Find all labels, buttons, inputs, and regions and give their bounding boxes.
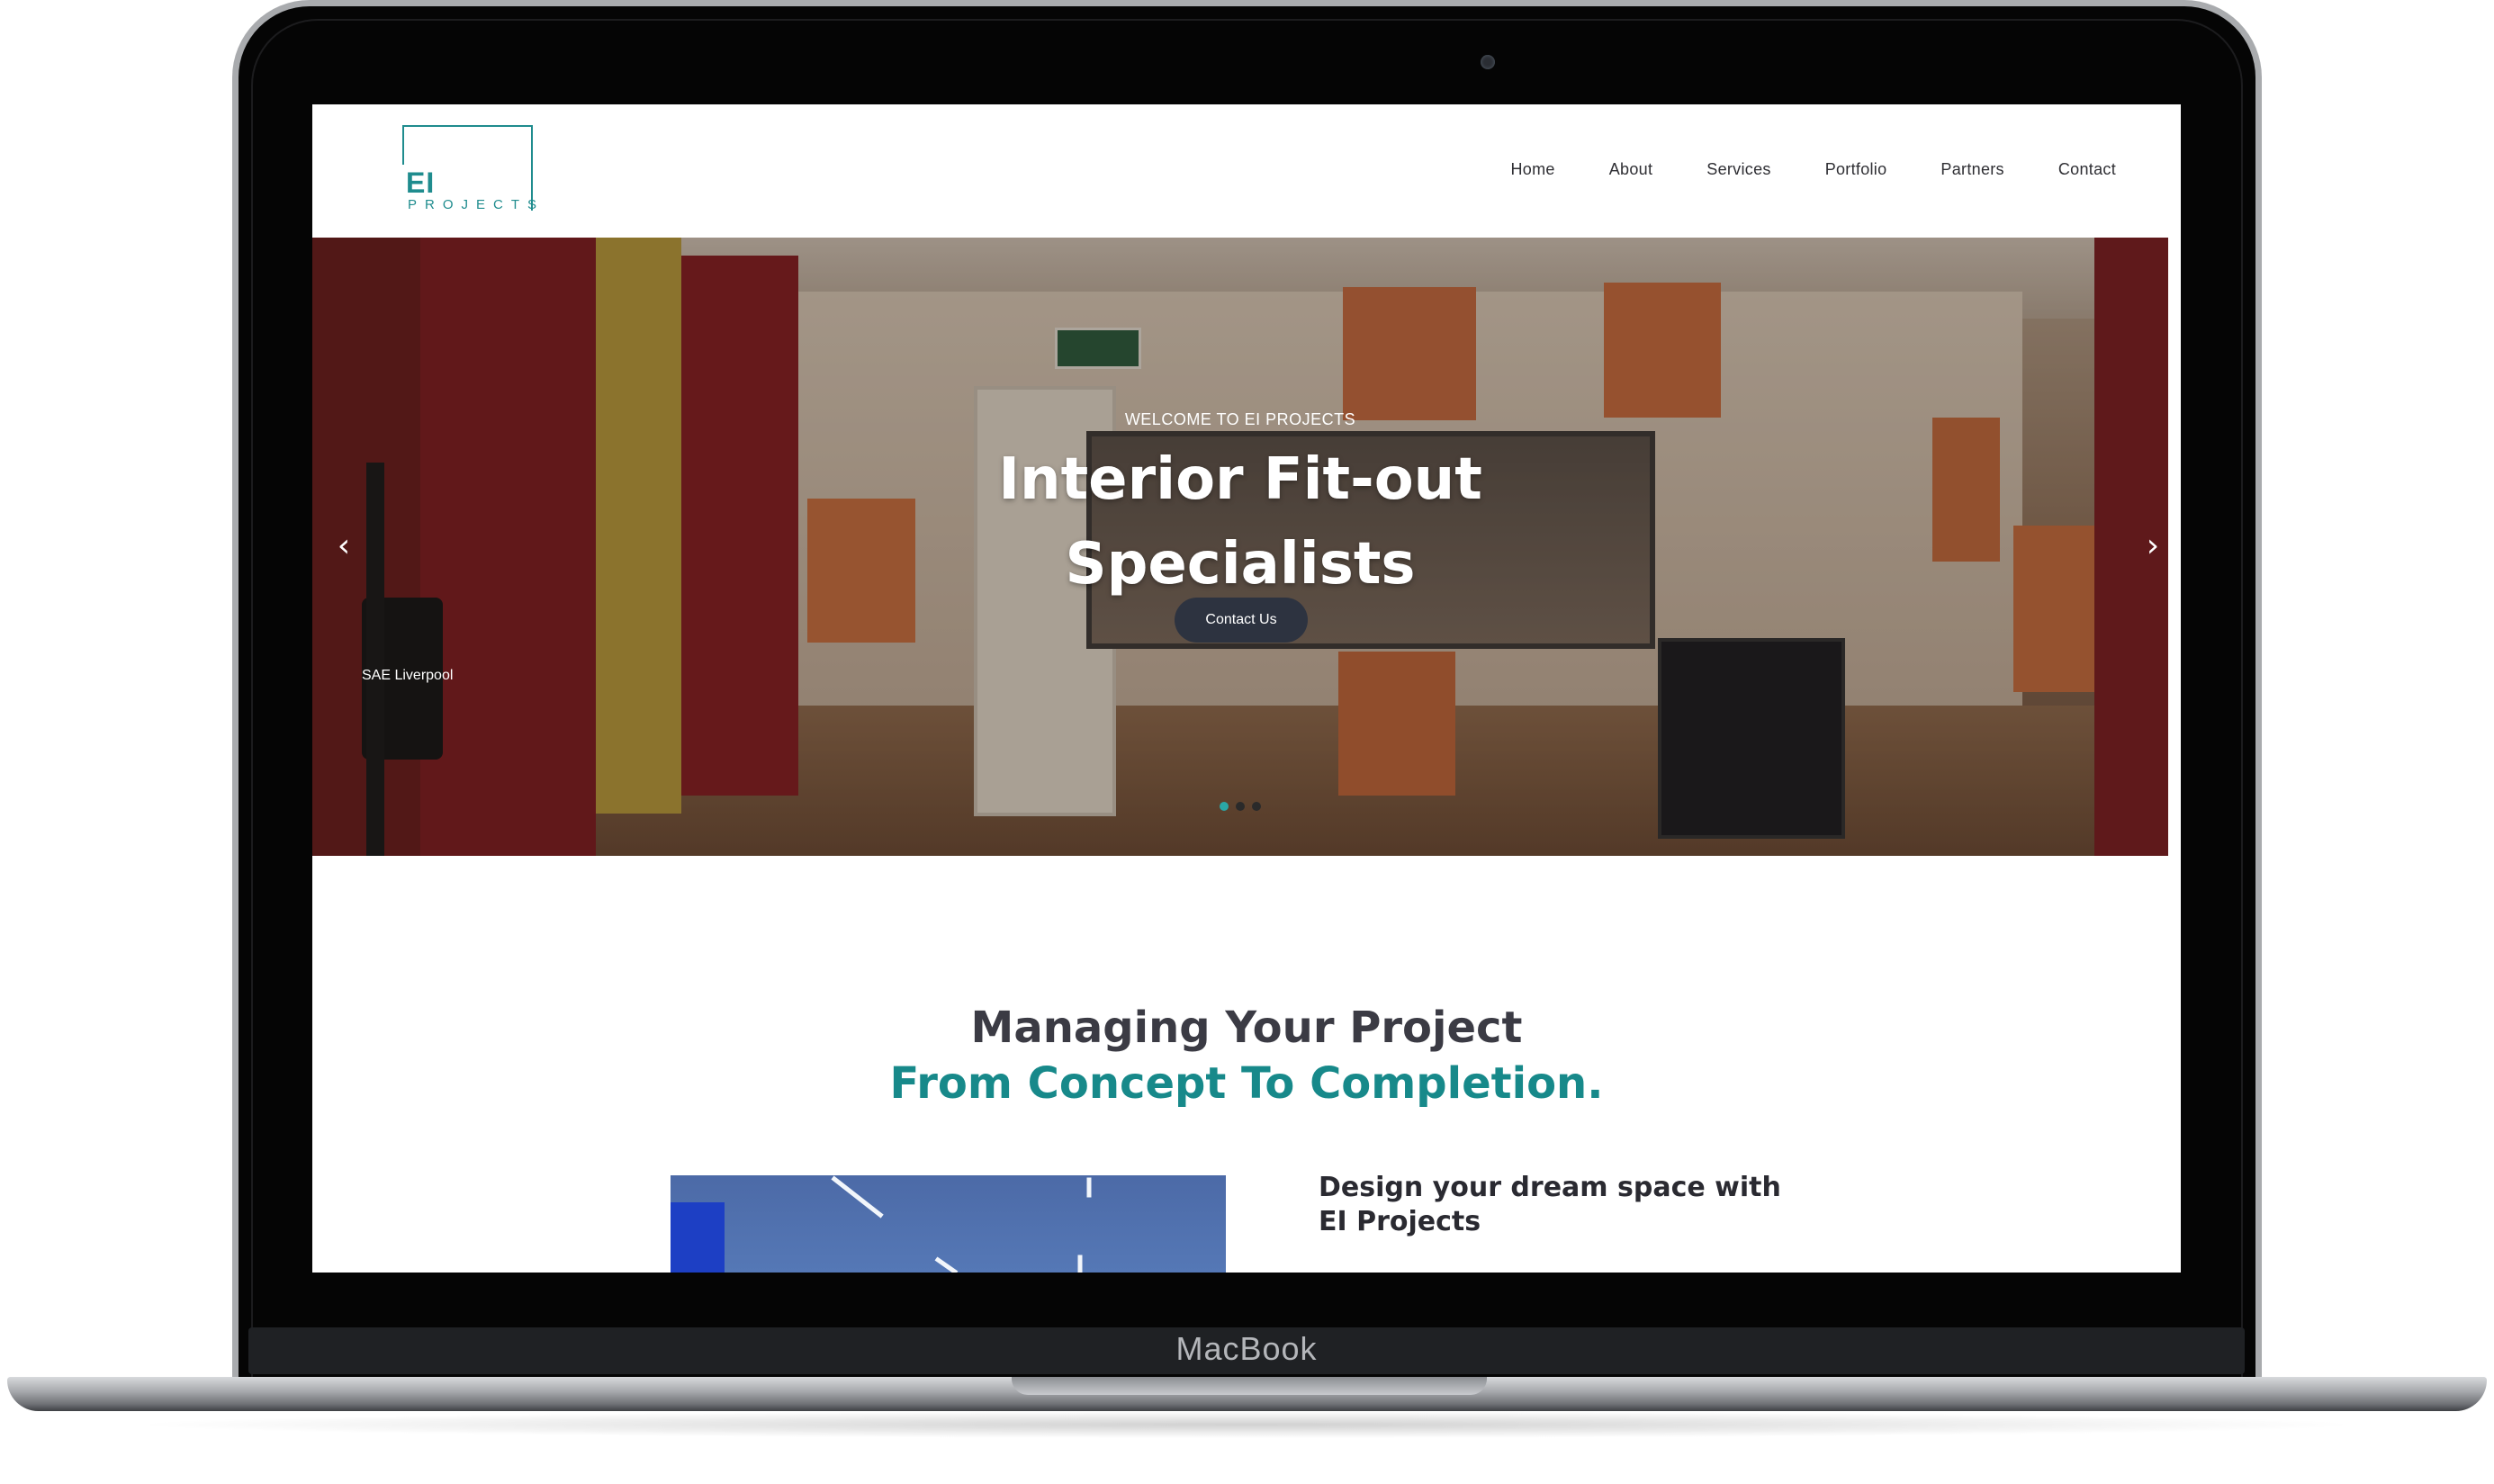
- nav-partners[interactable]: Partners: [1886, 160, 2003, 179]
- nav-contact[interactable]: Contact: [2004, 160, 2116, 179]
- chevron-right-icon[interactable]: ›: [2139, 530, 2166, 562]
- nav-portfolio[interactable]: Portfolio: [1771, 160, 1887, 179]
- website-screen: EI PROJECTS Home About Services Portfoli…: [312, 104, 2181, 1273]
- contact-us-button[interactable]: Contact Us: [1175, 598, 1308, 643]
- office-preview-image: [671, 1175, 1226, 1273]
- hero-kicker: WELCOME TO EI PROJECTS: [1124, 410, 1356, 428]
- preview-ceiling-light: [1077, 1255, 1083, 1273]
- chevron-left-icon[interactable]: ‹: [330, 530, 357, 562]
- design-heading: Design your dream space with EI Projects: [1319, 1172, 1781, 1237]
- nav-services[interactable]: Services: [1652, 160, 1770, 179]
- preview-blue-wall: [671, 1202, 725, 1273]
- preview-ceiling-light: [1086, 1177, 1092, 1198]
- hero-slider: WELCOME TO EI PROJECTS Interior Fit-out …: [312, 238, 2168, 856]
- site-header: EI PROJECTS Home About Services Portfoli…: [312, 104, 2181, 238]
- slide-caption: SAE Liverpool: [362, 668, 454, 683]
- hero-content: WELCOME TO EI PROJECTS Interior Fit-out …: [312, 238, 2168, 856]
- preview-ceiling-light: [934, 1256, 959, 1273]
- slider-dot-active[interactable]: [1220, 802, 1229, 811]
- nav-home[interactable]: Home: [1457, 160, 1555, 179]
- laptop-hinge-notch: [1012, 1377, 1487, 1395]
- section-heading: Managing Your Project From Concept To Co…: [312, 1000, 2181, 1111]
- logo-secondary-text: PROJECTS: [408, 197, 545, 212]
- main-navigation: Home About Services Portfolio Partners C…: [1457, 160, 2117, 179]
- slider-dot[interactable]: [1252, 802, 1261, 811]
- preview-ceiling-light: [831, 1175, 884, 1219]
- slider-dot[interactable]: [1236, 802, 1245, 811]
- slider-dots: [1220, 802, 1261, 811]
- laptop-shadow: [126, 1411, 2367, 1438]
- site-logo[interactable]: EI PROJECTS: [402, 125, 536, 212]
- heading-line-2: From Concept To Completion.: [889, 1057, 1604, 1109]
- laptop-brand: MacBook: [1175, 1330, 1318, 1367]
- hero-title: Interior Fit-out Specialists: [998, 446, 1482, 598]
- heading-line-1: Managing Your Project: [970, 1002, 1523, 1053]
- webcam-icon: [1481, 55, 1495, 69]
- nav-about[interactable]: About: [1555, 160, 1653, 179]
- logo-primary-text: EI: [406, 166, 436, 199]
